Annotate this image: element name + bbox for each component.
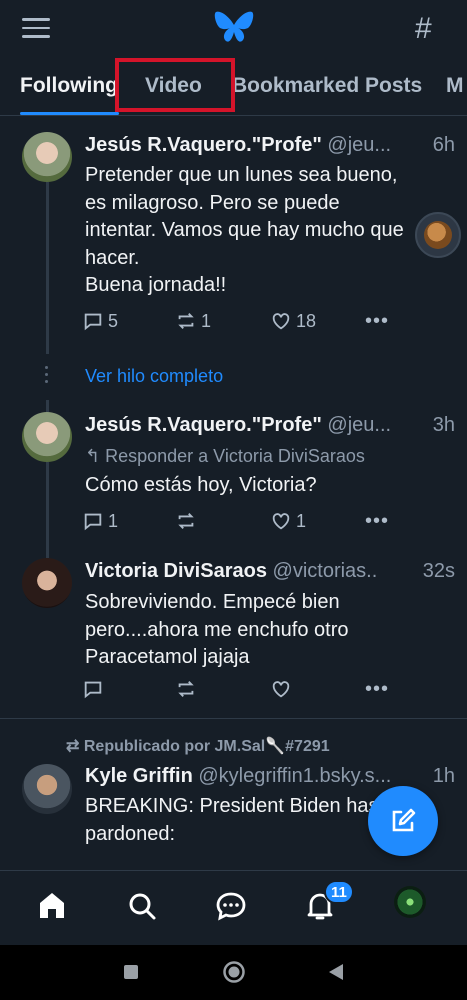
post-actions: 5 1 18 ••• — [82, 310, 402, 336]
thread-line — [46, 400, 49, 412]
reply-button[interactable]: 1 — [82, 510, 118, 532]
post-separator — [0, 718, 467, 719]
post-text: Pretender que un lunes sea bueno, es mil… — [85, 162, 435, 300]
post-header: Victoria DiviSaraos @victorias.. 32s — [85, 560, 455, 583]
repost-icon — [178, 513, 194, 529]
author-name[interactable]: Jesús R.Vaquero."Profe" — [85, 134, 322, 156]
back-icon[interactable] — [326, 962, 346, 982]
notification-badge: 11 — [324, 880, 354, 904]
search-icon[interactable] — [125, 889, 159, 923]
app-screen: # Following Video Bookmarked Posts M Jes… — [0, 0, 467, 945]
author-handle: @jeu... — [327, 134, 392, 156]
more-options-button[interactable]: ••• — [365, 510, 389, 533]
chat-icon[interactable] — [214, 889, 248, 923]
recents-icon[interactable] — [122, 963, 140, 981]
compose-button[interactable] — [368, 786, 438, 856]
like-button[interactable]: 1 — [270, 510, 306, 532]
post-header: Kyle Griffin @kylegriffin1.bsky.s... 1h — [85, 765, 455, 788]
post-time: 1h — [432, 765, 455, 787]
active-tab-indicator — [20, 112, 119, 115]
post-text-line: Pretender que un lunes sea bueno, — [85, 164, 398, 186]
post-text: Sobreviviendo. Empecé bien pero....ahora… — [85, 589, 435, 672]
post-text-line: hacer. — [85, 246, 140, 269]
compose-icon — [392, 808, 416, 832]
post-text-line: pero....ahora me enchufo otro — [85, 618, 349, 641]
avatar[interactable] — [22, 764, 72, 814]
hash-icon[interactable]: # — [415, 12, 432, 46]
repost-small-icon: ⇄ — [66, 738, 84, 755]
author-name[interactable]: Victoria DiviSaraos — [85, 560, 267, 582]
like-count: 1 — [296, 510, 307, 531]
reply-button[interactable]: 5 — [82, 310, 118, 332]
heart-icon — [272, 681, 290, 698]
repost-by-text: Republicado por JM.Sal🥄#7291 — [83, 738, 330, 755]
highlight-box — [115, 58, 235, 112]
repost-icon — [178, 313, 194, 329]
author-name[interactable]: Kyle Griffin — [85, 765, 193, 787]
repost-button[interactable]: 1 — [175, 310, 211, 332]
thread-line — [46, 182, 49, 354]
repost-count: 1 — [201, 310, 212, 331]
more-options-button[interactable]: ••• — [365, 678, 389, 701]
repost-icon — [178, 681, 194, 697]
reply-icon — [84, 313, 102, 331]
more-options-button[interactable]: ••• — [365, 310, 389, 333]
heart-icon — [272, 513, 290, 530]
floating-avatar-bubble[interactable] — [415, 212, 461, 258]
reply-to-label[interactable]: ↰ Responder a Victoria DiviSaraos — [85, 446, 365, 467]
author-handle: @kylegriffin1.bsky.s... — [198, 765, 392, 787]
post-text-line: Cómo estás hoy, Victoria? — [85, 474, 317, 496]
post-actions: 1 1 ••• — [82, 510, 402, 536]
repost-button[interactable] — [175, 510, 197, 532]
author-handle: @jeu... — [327, 414, 392, 436]
system-nav-bar — [0, 945, 467, 1000]
menu-icon[interactable] — [22, 18, 50, 40]
reply-to-text: Responder a Victoria DiviSaraos — [105, 446, 365, 466]
home-circle-icon[interactable] — [222, 960, 246, 984]
home-icon[interactable] — [35, 889, 69, 923]
top-bar: # — [0, 0, 467, 58]
post-header: Jesús R.Vaquero."Profe" @jeu... 6h — [85, 134, 455, 157]
reply-count: 1 — [108, 510, 119, 531]
butterfly-logo-icon[interactable] — [214, 10, 254, 46]
tab-following[interactable]: Following — [20, 74, 118, 98]
author-name[interactable]: Jesús R.Vaquero."Profe" — [85, 414, 322, 436]
profile-avatar[interactable] — [394, 886, 426, 918]
heart-icon — [272, 313, 290, 330]
reply-count: 5 — [108, 310, 119, 331]
reply-icon — [84, 681, 102, 699]
floating-avatar-image — [424, 221, 452, 249]
avatar[interactable] — [22, 412, 72, 462]
avatar[interactable] — [22, 558, 72, 608]
repost-button[interactable] — [175, 678, 197, 700]
post-time: 3h — [432, 414, 455, 436]
post-text: Cómo estás hoy, Victoria? — [85, 472, 435, 500]
post-text-line: Buena jornada!! — [85, 274, 227, 296]
post-actions: ••• — [82, 678, 402, 704]
author-handle: @victorias.. — [272, 560, 378, 582]
post-text-line: intentar. Vamos que hay mucho que — [85, 219, 404, 241]
post-time: 6h — [432, 134, 455, 156]
thread-line — [46, 462, 49, 558]
post-text-line: es milagroso. Pero se puede — [85, 191, 340, 214]
tab-bookmarked-posts[interactable]: Bookmarked Posts — [232, 74, 422, 98]
repost-label[interactable]: ⇄ Republicado por JM.Sal🥄#7291 — [66, 736, 330, 756]
avatar[interactable] — [22, 132, 72, 182]
reply-arrow-icon: ↰ — [85, 446, 106, 466]
thread-gap-dots — [45, 366, 49, 387]
tab-more[interactable]: M — [446, 74, 464, 98]
like-count: 18 — [296, 310, 317, 331]
like-button[interactable] — [270, 678, 292, 700]
reply-icon — [84, 513, 102, 531]
post-header: Jesús R.Vaquero."Profe" @jeu... 3h — [85, 414, 455, 437]
post-time: 32s — [422, 560, 455, 582]
like-button[interactable]: 18 — [270, 310, 316, 332]
post-text-line: Sobreviviendo. Empecé bien — [85, 591, 340, 613]
view-full-thread-link[interactable]: Ver hilo completo — [85, 366, 223, 387]
post-text-line: Paracetamol jajaja — [85, 646, 250, 668]
reply-button[interactable] — [82, 678, 104, 700]
